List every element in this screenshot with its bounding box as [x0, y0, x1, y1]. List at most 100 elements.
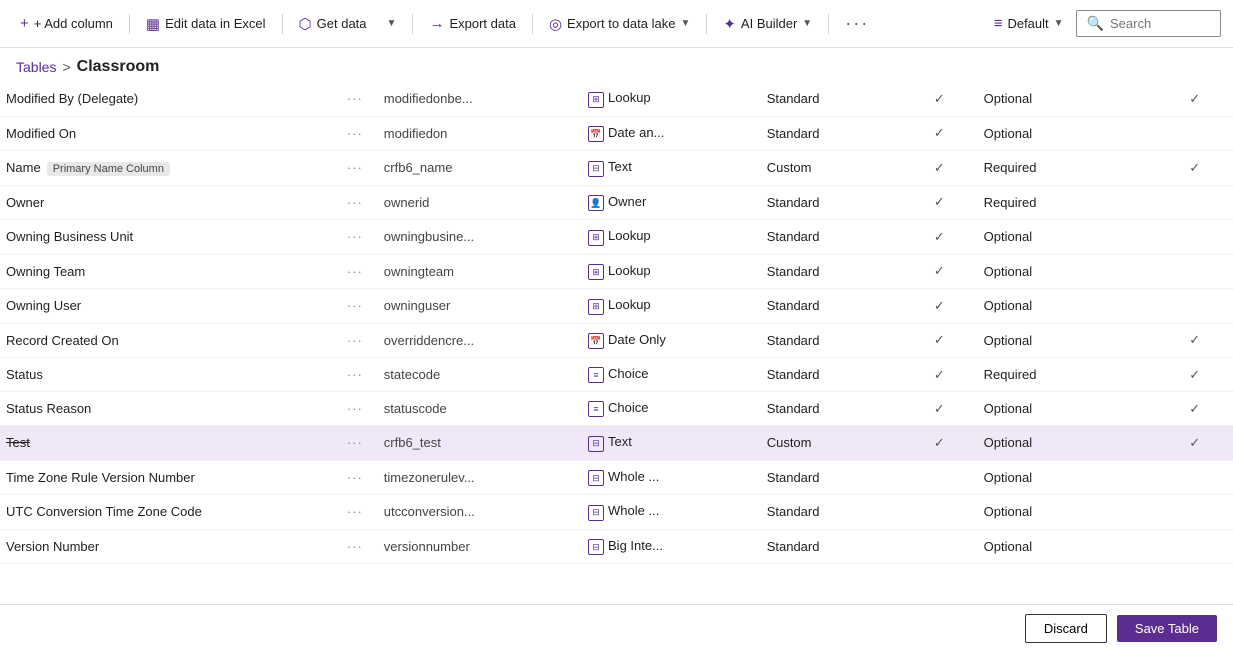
table-row[interactable]: Status ··· statecode ≡Choice Standard ✓ … — [0, 358, 1233, 392]
export-data-button[interactable]: → Export data — [421, 11, 524, 36]
table-row[interactable]: Status Reason ··· statuscode ≡Choice Sta… — [0, 392, 1233, 426]
row-actions[interactable]: ··· — [332, 358, 378, 392]
type-label: Date an... — [608, 125, 664, 140]
searchable-check: ✓ — [934, 435, 945, 450]
chevron-down-icon-2: ▼ — [680, 18, 690, 29]
edit-excel-button[interactable]: ▦ Edit data in Excel — [138, 11, 274, 37]
dots-icon[interactable]: ··· — [347, 91, 363, 106]
more-button[interactable]: ··· — [837, 9, 877, 38]
searchable-check: ✓ — [934, 263, 945, 278]
get-data-button[interactable]: ⬡ Get data — [291, 11, 375, 37]
dots-icon[interactable]: ··· — [347, 126, 363, 141]
required-cell: Optional — [978, 426, 1157, 461]
ai-builder-button[interactable]: ✦ AI Builder ▼ — [715, 11, 820, 37]
dots-icon[interactable]: ··· — [347, 435, 363, 450]
type-cell: ⊟Text — [582, 426, 761, 461]
required-check: ✓ — [1189, 435, 1200, 450]
required-cell: Optional — [978, 289, 1157, 324]
row-actions[interactable]: ··· — [332, 460, 378, 495]
row-actions[interactable]: ··· — [332, 116, 378, 151]
row-actions[interactable]: ··· — [332, 185, 378, 220]
dots-icon[interactable]: ··· — [347, 367, 363, 382]
table-row[interactable]: Version Number ··· versionnumber ⊟Big In… — [0, 529, 1233, 564]
row-actions[interactable]: ··· — [332, 323, 378, 358]
type-cell: ⊞Lookup — [582, 220, 761, 255]
table-row[interactable]: Owning User ··· owninguser ⊞Lookup Stand… — [0, 289, 1233, 324]
dots-icon[interactable]: ··· — [347, 401, 363, 416]
default-view-button[interactable]: ≡ Default ▼ — [986, 11, 1072, 36]
logical-name: overriddencre... — [384, 333, 474, 348]
tables-link[interactable]: Tables — [16, 59, 56, 75]
search-box[interactable]: 🔍 — [1076, 10, 1221, 37]
primary-tag: Primary Name Column — [47, 162, 170, 176]
row-actions[interactable]: ··· — [332, 151, 378, 186]
table-row[interactable]: NamePrimary Name Column ··· crfb6_name ⊟… — [0, 151, 1233, 186]
dots-icon[interactable]: ··· — [347, 195, 363, 210]
export-lake-button[interactable]: ◎ Export to data lake ▼ — [541, 11, 698, 37]
table-row[interactable]: UTC Conversion Time Zone Code ··· utccon… — [0, 495, 1233, 530]
check1-cell: ✓ — [901, 289, 978, 324]
custom-cell: Standard — [761, 185, 901, 220]
divider-1 — [129, 14, 130, 34]
required-cell: Optional — [978, 323, 1157, 358]
table-row[interactable]: Owning Business Unit ··· owningbusine...… — [0, 220, 1233, 255]
excel-icon: ▦ — [146, 15, 160, 33]
dots-icon[interactable]: ··· — [347, 470, 363, 485]
table-row[interactable]: Owner ··· ownerid 👤Owner Standard ✓ Requ… — [0, 185, 1233, 220]
table-row[interactable]: Record Created On ··· overriddencre... 📅… — [0, 323, 1233, 358]
row-actions[interactable]: ··· — [332, 220, 378, 255]
dots-icon[interactable]: ··· — [347, 539, 363, 554]
required-label: Required — [984, 367, 1037, 382]
custom-label: Standard — [767, 91, 820, 106]
row-actions[interactable]: ··· — [332, 254, 378, 289]
row-actions[interactable]: ··· — [332, 392, 378, 426]
table-row[interactable]: Modified By (Delegate) ··· modifiedonbe.… — [0, 82, 1233, 116]
column-name: Owning User — [6, 298, 81, 313]
row-actions[interactable]: ··· — [332, 82, 378, 116]
discard-button[interactable]: Discard — [1025, 614, 1107, 643]
searchable-check: ✓ — [934, 160, 945, 175]
searchable-check: ✓ — [934, 194, 945, 209]
dots-icon[interactable]: ··· — [347, 298, 363, 313]
custom-label: Standard — [767, 367, 820, 382]
column-name: Owner — [6, 195, 44, 210]
logical-name: modifiedonbe... — [384, 91, 473, 106]
dots-icon[interactable]: ··· — [347, 264, 363, 279]
type-cell: ≡Choice — [582, 392, 761, 426]
dots-icon[interactable]: ··· — [347, 229, 363, 244]
save-table-button[interactable]: Save Table — [1117, 615, 1217, 642]
table-row[interactable]: Owning Team ··· owningteam ⊞Lookup Stand… — [0, 254, 1233, 289]
add-column-button[interactable]: + + Add column — [12, 11, 121, 36]
logical-name: versionnumber — [384, 539, 470, 554]
dots-icon[interactable]: ··· — [347, 504, 363, 519]
dots-icon[interactable]: ··· — [347, 160, 363, 175]
table-row[interactable]: Time Zone Rule Version Number ··· timezo… — [0, 460, 1233, 495]
row-actions[interactable]: ··· — [332, 289, 378, 324]
search-input[interactable] — [1110, 16, 1210, 31]
breadcrumb-separator: > — [62, 59, 70, 75]
custom-cell: Standard — [761, 460, 901, 495]
column-name: Modified By (Delegate) — [6, 91, 138, 106]
type-label: Big Inte... — [608, 538, 663, 553]
name-cell: NamePrimary Name Column — [0, 151, 332, 186]
custom-cell: Standard — [761, 220, 901, 255]
required-label: Optional — [984, 504, 1032, 519]
custom-cell: Standard — [761, 82, 901, 116]
type-label: Text — [608, 159, 632, 174]
row-actions[interactable]: ··· — [332, 495, 378, 530]
table-row[interactable]: Modified On ··· modifiedon 📅Date an... S… — [0, 116, 1233, 151]
check2-cell — [1156, 529, 1233, 564]
dots-icon[interactable]: ··· — [347, 333, 363, 348]
table-row[interactable]: Test ··· crfb6_test ⊟Text Custom ✓ Optio… — [0, 426, 1233, 461]
row-actions[interactable]: ··· — [332, 426, 378, 461]
more-icon: ··· — [845, 13, 869, 34]
required-check: ✓ — [1189, 91, 1200, 106]
name-cell: Owning Team — [0, 254, 332, 289]
check2-cell — [1156, 116, 1233, 151]
check1-cell: ✓ — [901, 116, 978, 151]
required-label: Optional — [984, 91, 1032, 106]
get-data-caret[interactable]: ▼ — [379, 14, 405, 33]
check2-cell: ✓ — [1156, 392, 1233, 426]
row-actions[interactable]: ··· — [332, 529, 378, 564]
custom-cell: Standard — [761, 323, 901, 358]
